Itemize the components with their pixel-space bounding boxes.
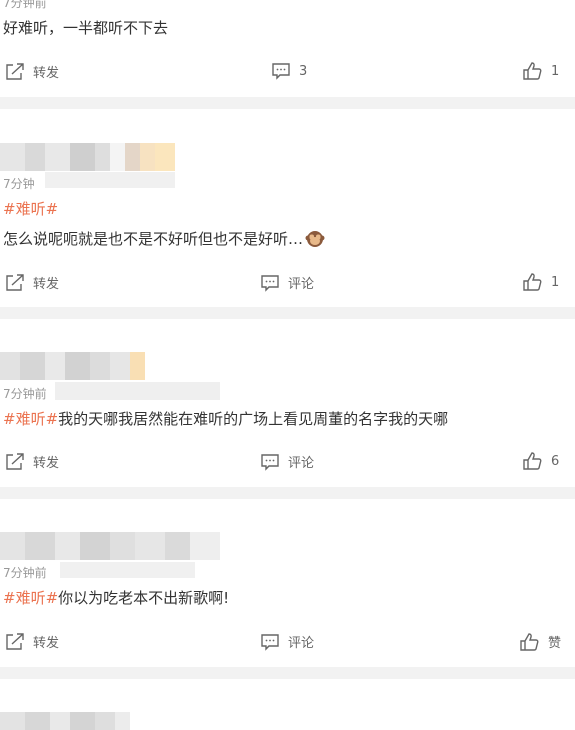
comment-time: 7分钟前	[3, 566, 47, 580]
comment-icon	[261, 274, 279, 292]
topic-tag[interactable]: #难听#	[3, 198, 58, 219]
comment-text: 怎么说呢呃就是也不是不好听但也不是好听…	[3, 228, 325, 249]
source-pixelated	[60, 562, 195, 578]
thumbs-up-icon	[523, 452, 542, 470]
comment-time: 7分钟前	[3, 0, 47, 10]
comment-time: 7分钟前	[3, 387, 47, 401]
repost-icon	[6, 273, 24, 291]
repost-icon	[6, 632, 24, 650]
thumbs-up-icon	[523, 273, 542, 291]
repost-icon	[6, 452, 24, 470]
username-pixelated	[0, 712, 130, 730]
comment-button[interactable]: 评论	[260, 452, 314, 471]
comment-icon	[272, 63, 290, 80]
comment-button[interactable]: 3	[271, 62, 307, 80]
topic-tag[interactable]: #难听#	[3, 410, 58, 428]
comment-text-body: 我的天哪我居然能在难听的广场上看见周董的名字我的天哪	[58, 410, 449, 428]
comment-count: 3	[299, 63, 308, 79]
repost-label: 转发	[33, 66, 60, 81]
comment-label: 评论	[288, 636, 315, 651]
repost-label: 转发	[33, 277, 60, 292]
comment-time: 7分钟	[3, 177, 35, 191]
comment-text-body: 你以为吃老本不出新歌啊!	[58, 589, 230, 607]
comment-label: 评论	[288, 277, 315, 292]
source-pixelated	[55, 382, 220, 400]
repost-label: 转发	[33, 456, 60, 471]
divider	[0, 487, 575, 499]
like-button[interactable]: 6	[523, 452, 559, 470]
repost-button[interactable]: 转发	[5, 62, 59, 81]
thumbs-up-icon	[523, 62, 542, 80]
repost-icon	[6, 62, 24, 80]
monkey-covering-eyes-emoji	[305, 231, 325, 247]
repost-button[interactable]: 转发	[5, 452, 59, 471]
like-button[interactable]: 1	[523, 273, 559, 291]
comment-text: #难听#你以为吃老本不出新歌啊!	[3, 587, 229, 608]
like-count: 1	[551, 274, 560, 290]
divider	[0, 97, 575, 109]
username-pixelated	[0, 532, 220, 560]
comment-text-body: 怎么说呢呃就是也不是不好听但也不是好听…	[3, 230, 304, 248]
like-count: 6	[551, 453, 560, 469]
like-button[interactable]: 赞	[520, 632, 561, 651]
username-pixelated	[0, 352, 145, 380]
source-pixelated	[45, 172, 175, 188]
comment-icon	[261, 453, 279, 471]
username-pixelated	[0, 143, 175, 171]
comment-button[interactable]: 评论	[260, 273, 314, 292]
divider	[0, 307, 575, 319]
like-button[interactable]: 1	[523, 62, 559, 80]
comment-text: 好难听，一半都听不下去	[3, 19, 169, 37]
comment-button[interactable]: 评论	[260, 632, 314, 651]
repost-label: 转发	[33, 636, 60, 651]
like-label: 赞	[548, 636, 562, 651]
repost-button[interactable]: 转发	[5, 273, 59, 292]
topic-tag[interactable]: #难听#	[3, 589, 58, 607]
thumbs-up-icon	[520, 632, 539, 651]
repost-button[interactable]: 转发	[5, 632, 59, 651]
divider	[0, 667, 575, 679]
like-count: 1	[551, 63, 560, 79]
comment-icon	[261, 633, 279, 651]
comment-label: 评论	[288, 456, 315, 471]
comment-text: #难听#我的天哪我居然能在难听的广场上看见周董的名字我的天哪	[3, 408, 448, 429]
